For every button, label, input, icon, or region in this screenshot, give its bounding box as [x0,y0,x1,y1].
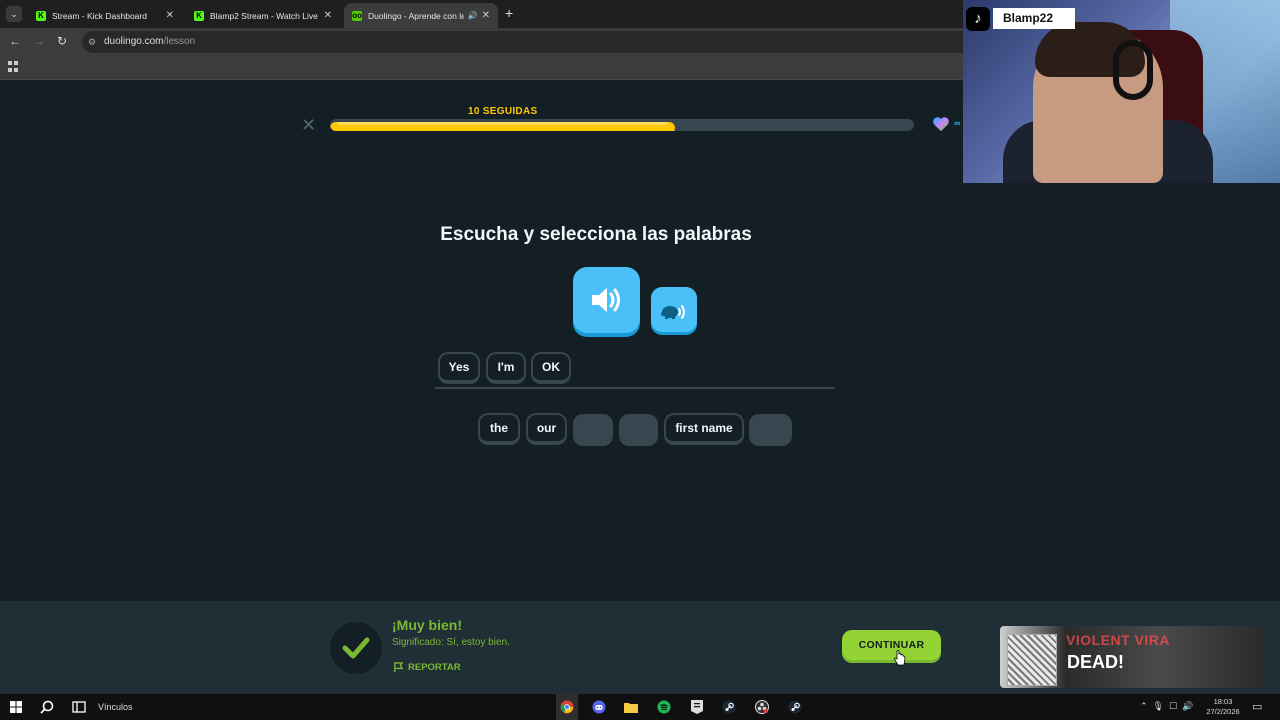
music-title: DEAD! [1067,652,1124,672]
tiktok-logo-icon: ♪ [966,7,990,31]
apps-grid-icon[interactable] [8,61,19,72]
play-audio-button[interactable] [573,267,640,333]
tab-close-icon[interactable]: ✕ [482,10,490,21]
word-bank-empty-slot [619,414,658,446]
correct-badge [330,622,382,674]
tab-close-icon[interactable]: ✕ [324,10,332,21]
taskbar-clock[interactable]: 18:03 27/2/2026 [1200,697,1246,717]
tab-audio-icon[interactable]: 🔊 [468,11,478,20]
instruction-title: Escucha y selecciona las palabras [440,224,752,245]
links-toolbar-label[interactable]: Vínculos [98,702,133,712]
url-path: /lesson [163,36,196,47]
new-tab-button[interactable]: + [505,5,513,21]
hearts-infinity-icon: ∞ [954,118,961,128]
reload-icon[interactable]: ↻ [57,34,67,48]
feedback-meaning: Significado: Sí, estoy bien. [392,637,510,648]
hand-cursor-icon [894,650,906,666]
url-domain: duolingo.com [104,36,164,47]
continue-button[interactable]: CONTINUAR [842,630,941,660]
flag-icon [394,662,404,673]
spotify-icon[interactable] [655,698,673,716]
selected-word-chip[interactable]: OK [531,352,571,384]
lesson-progress-fill [330,122,675,131]
heart-icon [933,117,949,132]
system-tray-icons[interactable]: ⌃🎙☐🔊 [1140,701,1198,712]
turtle-icon [660,304,685,319]
tab-favicon-icon: oo [352,10,362,21]
tab-close-icon[interactable]: ✕ [166,10,174,21]
tab-search-icon[interactable]: ⌄ [6,6,22,22]
forward-icon[interactable]: → [33,34,45,48]
address-bar[interactable]: ⚙ duolingo.com/lesson [82,31,982,53]
steam-icon-2[interactable] [786,698,804,716]
word-bank-empty-slot [749,414,792,446]
word-bank-chip[interactable]: our [526,413,567,445]
checkmark-icon [342,637,370,659]
speaker-icon [591,288,620,312]
word-bank-chip[interactable]: the [478,413,520,445]
music-artist: VIOLENT VIRA [1066,632,1171,648]
streak-label: 10 SEGUIDAS [468,106,538,117]
notifications-icon[interactable]: ▭ [1252,700,1262,713]
file-explorer-icon[interactable] [622,698,640,716]
tab-favicon-icon: K [36,10,46,21]
word-bank-empty-slot [573,414,613,446]
task-view-icon[interactable] [70,698,88,716]
browser-tab[interactable]: K Stream - Kick Dashboard ✕ [28,3,182,28]
feedback-title: ¡Muy bien! [392,617,462,633]
windows-taskbar: Vínculos ⌃🎙☐🔊 18:03 27/2/2026 ▭ [0,694,1280,720]
browser-tab[interactable]: oo Duolingo - Aprende con le 🔊 ✕ [344,3,498,28]
clock-time: 18:03 [1213,697,1233,706]
lesson-progress-bar [330,119,914,131]
report-button[interactable]: REPORTAR [393,662,461,673]
windows-start-icon[interactable] [7,698,25,716]
selected-word-chip[interactable]: I'm [486,352,526,384]
clock-date: 27/2/2026 [1206,707,1240,716]
site-info-icon[interactable]: ⚙ [88,31,96,53]
tab-title: Stream - Kick Dashboard [52,10,147,21]
report-label: REPORTAR [408,662,461,673]
tiktok-username: Blamp22 [993,8,1075,29]
word-bank-chip[interactable]: first name [664,413,744,445]
browser-tab[interactable]: K Blamp2 Stream - Watch Live on ✕ [186,3,340,28]
answer-line [435,387,835,389]
search-icon[interactable] [38,698,56,716]
chrome-icon[interactable] [558,698,576,716]
play-slow-audio-button[interactable] [651,287,697,332]
selected-word-chip[interactable]: Yes [438,352,480,384]
steam-icon[interactable] [720,698,738,716]
back-icon[interactable]: ← [9,34,21,48]
close-lesson-icon[interactable]: ✕ [301,116,316,134]
tab-favicon-icon: K [194,10,204,21]
epic-games-icon[interactable] [688,698,706,716]
tab-title: Blamp2 Stream - Watch Live on [210,10,320,21]
discord-icon[interactable] [590,698,608,716]
album-art [1007,634,1057,686]
obs-icon[interactable] [753,698,771,716]
tab-title: Duolingo - Aprende con le [368,10,464,21]
